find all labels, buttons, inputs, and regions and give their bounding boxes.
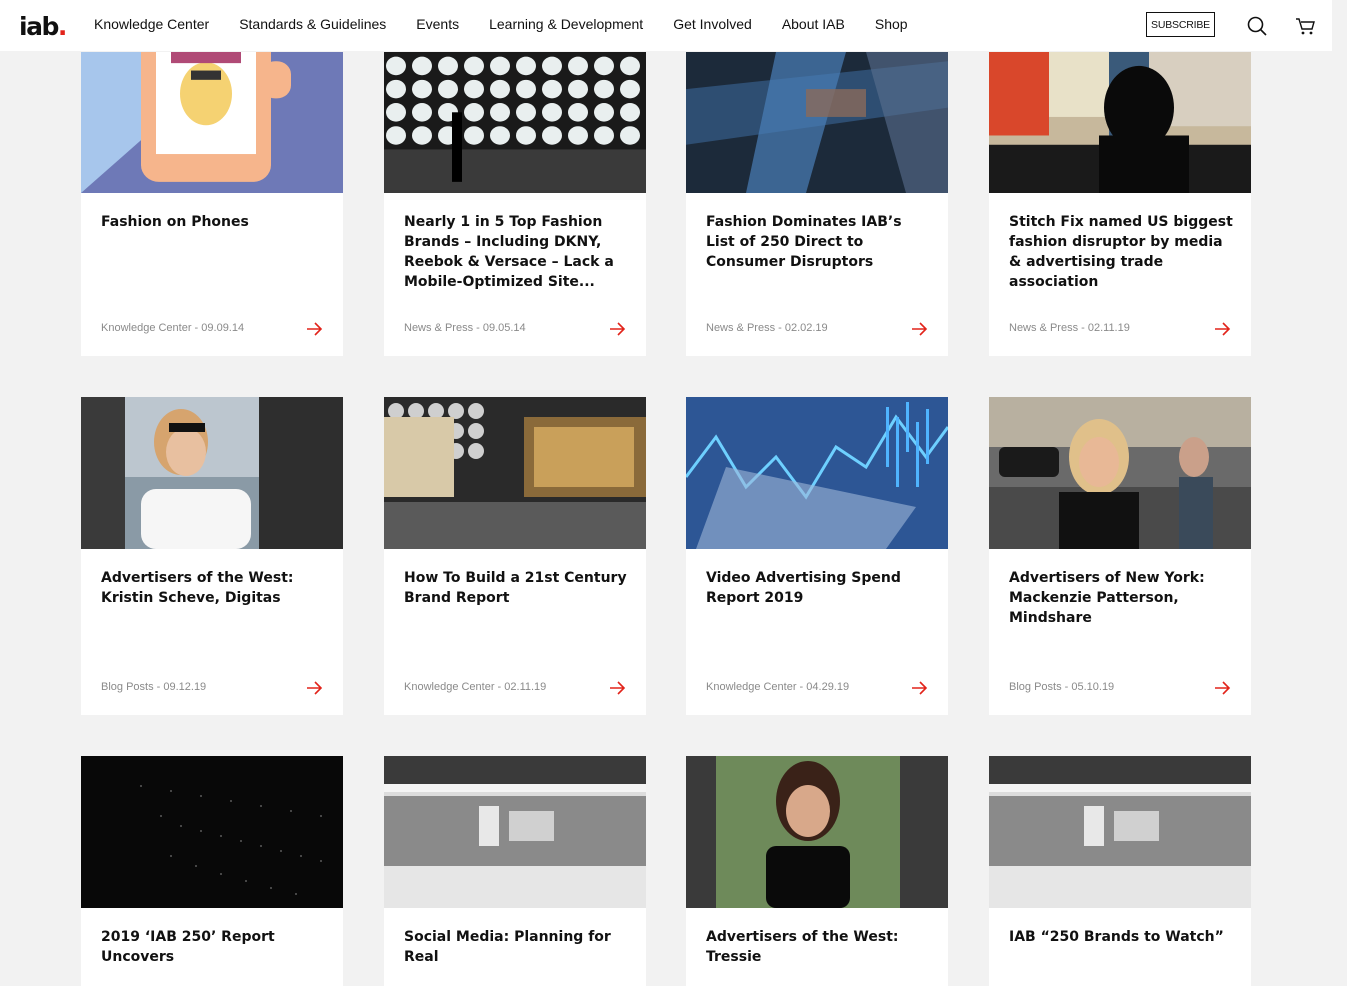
card-thumbnail [384, 397, 646, 549]
card-thumbnail [686, 52, 948, 193]
article-card[interactable]: Nearly 1 in 5 Top Fashion Brands – Inclu… [384, 52, 646, 356]
card-thumbnail [384, 756, 646, 908]
card-meta: News & Press - 02.02.19 [706, 322, 828, 334]
card-thumbnail [989, 397, 1251, 549]
card-title[interactable]: Stitch Fix named US biggest fashion disr… [1009, 212, 1235, 292]
nav-item-get-involved[interactable]: Get Involved [673, 16, 752, 32]
card-title[interactable]: How To Build a 21st Century Brand Report [404, 568, 630, 608]
card-title[interactable]: Advertisers of New York: Mackenzie Patte… [1009, 568, 1235, 628]
arrow-right-icon[interactable] [610, 322, 626, 336]
card-meta: Knowledge Center - 02.11.19 [404, 681, 547, 693]
card-thumbnail [686, 756, 948, 908]
arrow-right-icon[interactable] [1215, 681, 1231, 695]
article-card[interactable]: How To Build a 21st Century Brand Report… [384, 397, 646, 715]
card-title[interactable]: IAB “250 Brands to Watch” [1009, 927, 1235, 947]
nav-item-knowledge-center[interactable]: Knowledge Center [94, 16, 209, 32]
iab-logo[interactable]: iab. [19, 12, 68, 41]
arrow-right-icon[interactable] [610, 681, 626, 695]
card-title[interactable]: Nearly 1 in 5 Top Fashion Brands – Inclu… [404, 212, 630, 292]
card-thumbnail [989, 756, 1251, 908]
nav-item-about-iab[interactable]: About IAB [782, 16, 845, 32]
arrow-right-icon[interactable] [307, 322, 323, 336]
card-meta: News & Press - 02.11.19 [1009, 322, 1130, 334]
article-card[interactable]: Video Advertising Spend Report 2019 Know… [686, 397, 948, 715]
card-title[interactable]: Video Advertising Spend Report 2019 [706, 568, 932, 608]
card-title[interactable]: Fashion Dominates IAB’s List of 250 Dire… [706, 212, 932, 272]
logo-dot: . [57, 12, 68, 41]
card-meta: Knowledge Center - 04.29.19 [706, 681, 850, 693]
subscribe-button[interactable]: SUBSCRIBE [1146, 12, 1215, 37]
card-thumbnail [686, 397, 948, 549]
article-card[interactable]: IAB “250 Brands to Watch” [989, 756, 1251, 986]
card-meta: News & Press - 09.05.14 [404, 322, 526, 334]
article-card[interactable]: Fashion Dominates IAB’s List of 250 Dire… [686, 52, 948, 356]
top-navigation-bar: iab. Knowledge Center Standards & Guidel… [0, 0, 1332, 51]
card-meta: Knowledge Center - 09.09.14 [101, 322, 245, 334]
search-icon[interactable] [1247, 16, 1267, 36]
card-thumbnail [384, 52, 646, 193]
card-title[interactable]: Advertisers of the West: Tressie [706, 927, 932, 967]
article-card[interactable]: Stitch Fix named US biggest fashion disr… [989, 52, 1251, 356]
arrow-right-icon[interactable] [1215, 322, 1231, 336]
arrow-right-icon[interactable] [912, 322, 928, 336]
article-card[interactable]: Social Media: Planning for Real [384, 756, 646, 986]
card-title[interactable]: Fashion on Phones [101, 212, 327, 232]
card-meta: Blog Posts - 05.10.19 [1009, 681, 1115, 693]
nav-item-standards-guidelines[interactable]: Standards & Guidelines [239, 16, 386, 32]
card-thumbnail [81, 52, 343, 193]
nav-item-events[interactable]: Events [416, 16, 459, 32]
main-nav: Knowledge Center Standards & Guidelines … [94, 16, 938, 32]
nav-item-learning-development[interactable]: Learning & Development [489, 16, 643, 32]
card-thumbnail [81, 756, 343, 908]
article-card[interactable]: Advertisers of the West: Tressie [686, 756, 948, 986]
arrow-right-icon[interactable] [307, 681, 323, 695]
article-card[interactable]: Advertisers of the West: Kristin Scheve,… [81, 397, 343, 715]
card-title[interactable]: 2019 ‘IAB 250’ Report Uncovers [101, 927, 327, 967]
article-card[interactable]: Advertisers of New York: Mackenzie Patte… [989, 397, 1251, 715]
card-title[interactable]: Advertisers of the West: Kristin Scheve,… [101, 568, 327, 608]
arrow-right-icon[interactable] [912, 681, 928, 695]
logo-text: iab [19, 12, 59, 41]
page-scrollbar[interactable] [1332, 0, 1347, 955]
card-title[interactable]: Social Media: Planning for Real [404, 927, 630, 967]
nav-item-shop[interactable]: Shop [875, 16, 908, 32]
cart-icon[interactable] [1295, 15, 1317, 37]
card-meta: Blog Posts - 09.12.19 [101, 681, 207, 693]
article-card[interactable]: 2019 ‘IAB 250’ Report Uncovers [81, 756, 343, 986]
card-thumbnail [989, 52, 1251, 193]
card-thumbnail [81, 397, 343, 549]
article-card[interactable]: Fashion on Phones Knowledge Center - 09.… [81, 52, 343, 356]
